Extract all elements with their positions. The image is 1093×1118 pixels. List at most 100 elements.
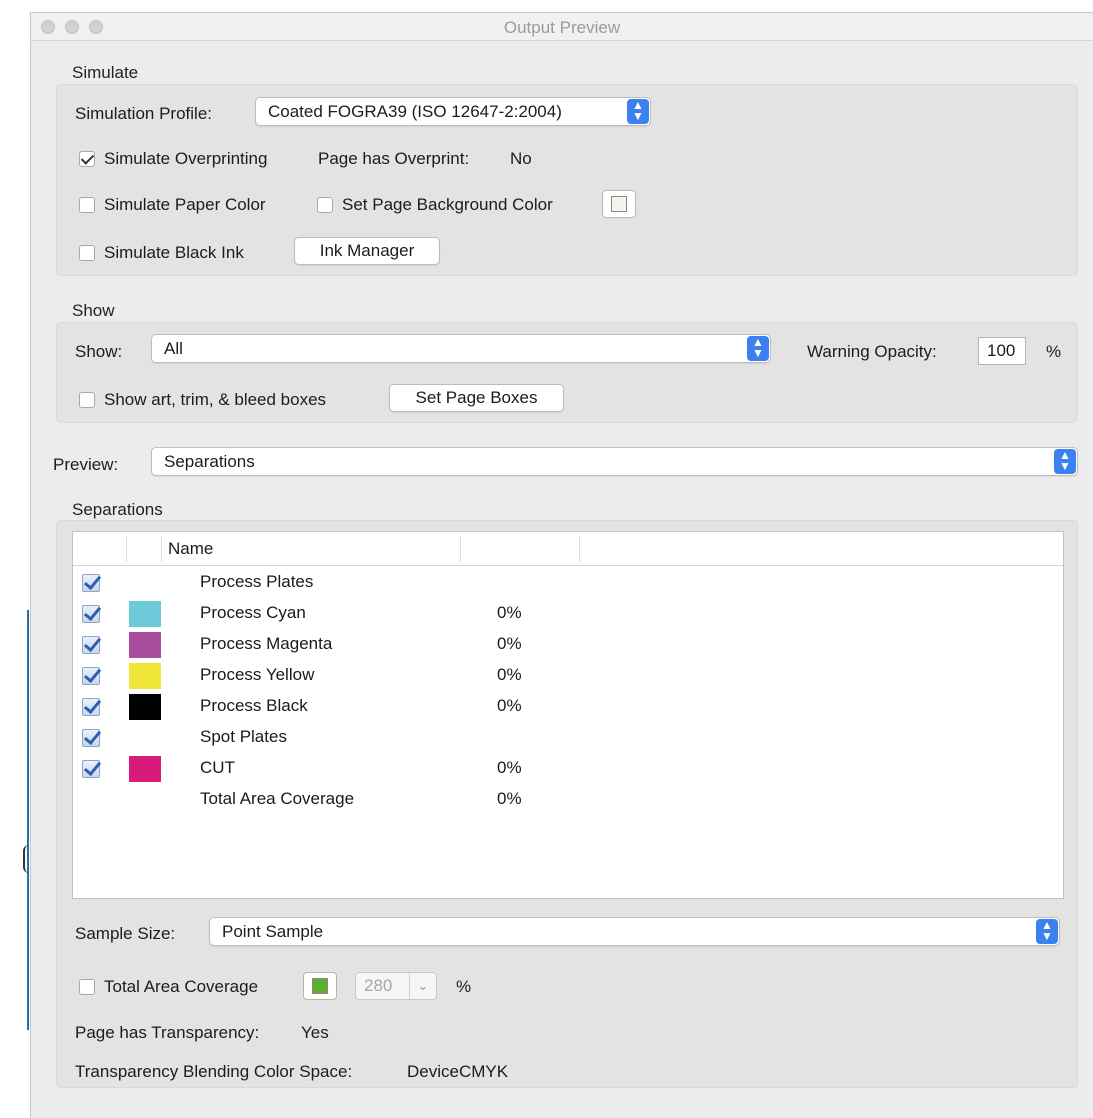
plate-coverage: 0% bbox=[497, 758, 522, 777]
blending-color-space-label: Transparency Blending Color Space: bbox=[75, 1062, 353, 1081]
table-header: Name bbox=[73, 532, 1063, 566]
separations-table: Name Process Plates Process Cyan 0% Process… bbox=[72, 531, 1064, 899]
simulate-overprinting-label: Simulate Overprinting bbox=[104, 149, 268, 168]
chevron-updown-icon: ▲ ▼ bbox=[1036, 919, 1058, 944]
plate-coverage: 0% bbox=[497, 634, 522, 653]
plate-name: CUT bbox=[200, 758, 235, 777]
total-area-coverage-label: Total Area Coverage bbox=[104, 977, 259, 996]
background-window-strip bbox=[0, 0, 30, 1118]
page-has-transparency-value: Yes bbox=[301, 1023, 329, 1042]
plate-name: Process Yellow bbox=[200, 665, 315, 684]
table-row[interactable]: Process Cyan 0% bbox=[73, 599, 1063, 630]
page-has-overprint-label: Page has Overprint: bbox=[318, 149, 470, 168]
table-row[interactable]: Process Black 0% bbox=[73, 692, 1063, 723]
plate-visible-checkbox[interactable] bbox=[82, 760, 100, 778]
simulation-profile-label: Simulation Profile: bbox=[75, 104, 213, 123]
sample-size-popup[interactable]: Point Sample ▲ ▼ bbox=[209, 917, 1060, 946]
plate-color-swatch bbox=[129, 756, 161, 782]
show-boxes-checkbox[interactable] bbox=[79, 392, 95, 408]
set-page-background-label: Set Page Background Color bbox=[342, 195, 553, 214]
simulate-overprinting-checkbox[interactable] bbox=[79, 151, 95, 167]
plate-coverage: 0% bbox=[497, 789, 522, 808]
plate-visible-checkbox[interactable] bbox=[82, 698, 100, 716]
chevron-updown-icon: ▲ ▼ bbox=[1054, 449, 1076, 474]
ink-manager-button[interactable]: Ink Manager bbox=[294, 237, 440, 265]
show-value: All bbox=[164, 339, 183, 358]
sample-size-value: Point Sample bbox=[222, 922, 324, 941]
column-divider bbox=[460, 536, 461, 562]
plate-visible-checkbox[interactable] bbox=[82, 729, 100, 747]
simulate-group: Simulation Profile: Coated FOGRA39 (ISO … bbox=[56, 84, 1078, 276]
simulate-paper-color-checkbox[interactable] bbox=[79, 197, 95, 213]
preview-label: Preview: bbox=[53, 455, 119, 474]
tac-percent: % bbox=[456, 977, 472, 996]
table-row[interactable]: Process Yellow 0% bbox=[73, 661, 1063, 692]
page-has-overprint-value: No bbox=[510, 149, 532, 168]
chevron-updown-icon: ▲ ▼ bbox=[747, 336, 769, 361]
separations-group: Name Process Plates Process Cyan 0% Process… bbox=[56, 520, 1078, 1088]
show-section-label: Show bbox=[72, 301, 115, 320]
show-group: Show: All ▲ ▼ Warning Opacity: 100 % Show… bbox=[56, 322, 1078, 423]
column-divider bbox=[126, 536, 127, 562]
tac-value: 280 bbox=[364, 976, 393, 995]
sample-size-label: Sample Size: bbox=[75, 924, 176, 943]
table-row[interactable]: Total Area Coverage 0% bbox=[73, 785, 1063, 816]
table-row[interactable]: Process Plates bbox=[73, 568, 1063, 599]
chevron-down-icon: ⌄ bbox=[409, 973, 436, 999]
plate-color-swatch bbox=[129, 601, 161, 627]
plate-name: Process Cyan bbox=[200, 603, 306, 622]
plate-name: Spot Plates bbox=[200, 727, 287, 746]
plate-coverage: 0% bbox=[497, 665, 522, 684]
plate-name: Process Magenta bbox=[200, 634, 333, 653]
name-column-header[interactable]: Name bbox=[168, 539, 213, 559]
set-page-boxes-button[interactable]: Set Page Boxes bbox=[389, 384, 564, 412]
window-title: Output Preview bbox=[503, 18, 621, 37]
simulate-section-label: Simulate bbox=[72, 63, 139, 82]
separations-section-label: Separations bbox=[72, 500, 163, 519]
show-popup[interactable]: All ▲ ▼ bbox=[151, 334, 771, 363]
background-accent-line bbox=[27, 610, 29, 1030]
plate-color-swatch bbox=[129, 663, 161, 689]
warning-opacity-percent: % bbox=[1046, 342, 1062, 361]
simulate-black-ink-checkbox[interactable] bbox=[79, 245, 95, 261]
plate-visible-checkbox[interactable] bbox=[82, 667, 100, 685]
preview-value: Separations bbox=[164, 452, 255, 471]
table-row[interactable]: Process Magenta 0% bbox=[73, 630, 1063, 661]
show-boxes-label: Show art, trim, & bleed boxes bbox=[104, 390, 327, 409]
warning-opacity-label: Warning Opacity: bbox=[807, 342, 937, 361]
simulation-profile-value: Coated FOGRA39 (ISO 12647-2:2004) bbox=[268, 102, 562, 121]
preview-popup[interactable]: Separations ▲ ▼ bbox=[151, 447, 1078, 476]
column-divider bbox=[161, 536, 162, 562]
plate-color-swatch bbox=[129, 632, 161, 658]
tac-value-combo[interactable]: 280 ⌄ bbox=[355, 972, 437, 1000]
column-divider bbox=[579, 536, 580, 562]
plate-color-swatch bbox=[129, 694, 161, 720]
plate-visible-checkbox[interactable] bbox=[82, 605, 100, 623]
total-area-coverage-checkbox[interactable] bbox=[79, 979, 95, 995]
color-swatch-icon bbox=[312, 978, 328, 994]
output-preview-window: Output Preview Simulate Simulation Profi… bbox=[30, 12, 1093, 1118]
simulate-paper-color-label: Simulate Paper Color bbox=[104, 195, 266, 214]
set-page-background-checkbox[interactable] bbox=[317, 197, 333, 213]
plate-visible-checkbox[interactable] bbox=[82, 574, 100, 592]
plate-visible-checkbox[interactable] bbox=[82, 636, 100, 654]
plate-name: Total Area Coverage bbox=[200, 789, 355, 808]
page-has-transparency-label: Page has Transparency: bbox=[75, 1023, 260, 1042]
show-label: Show: bbox=[75, 342, 123, 361]
blending-color-space-value: DeviceCMYK bbox=[407, 1062, 509, 1081]
plate-coverage: 0% bbox=[497, 696, 522, 715]
table-row[interactable]: CUT 0% bbox=[73, 754, 1063, 785]
plate-name: Process Plates bbox=[200, 572, 314, 591]
plate-coverage: 0% bbox=[497, 603, 522, 622]
chevron-updown-icon: ▲ ▼ bbox=[627, 99, 649, 124]
plate-name: Process Black bbox=[200, 696, 308, 715]
page-background-color-swatch[interactable] bbox=[602, 190, 636, 218]
tac-color-swatch[interactable] bbox=[303, 972, 337, 1000]
title-bar[interactable]: Output Preview bbox=[31, 13, 1093, 41]
simulation-profile-popup[interactable]: Coated FOGRA39 (ISO 12647-2:2004) ▲ ▼ bbox=[255, 97, 651, 126]
warning-opacity-input[interactable]: 100 bbox=[978, 337, 1026, 365]
color-swatch-icon bbox=[611, 196, 627, 212]
background-bracket bbox=[23, 845, 29, 873]
simulate-black-ink-label: Simulate Black Ink bbox=[104, 243, 244, 262]
table-row[interactable]: Spot Plates bbox=[73, 723, 1063, 754]
